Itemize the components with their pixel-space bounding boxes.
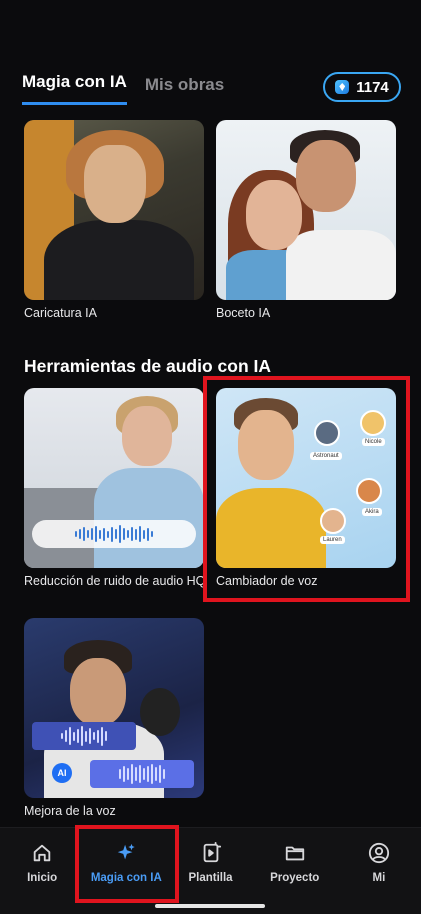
credits-count: 1174 bbox=[356, 78, 389, 96]
avatar-label: Astronaut bbox=[310, 452, 342, 460]
card-caricatura-ia[interactable]: Caricatura IA bbox=[24, 120, 206, 321]
card-label: Caricatura IA bbox=[24, 306, 97, 320]
avatar-label: Lauren bbox=[320, 536, 345, 544]
card-boceto-ia[interactable]: Boceto IA bbox=[216, 120, 398, 321]
nav-label: Mi bbox=[372, 872, 386, 884]
avatar-label: Nicole bbox=[362, 438, 385, 446]
nav-label: Magia con IA bbox=[90, 872, 162, 884]
reduccion-ruido-thumbnail bbox=[24, 388, 204, 568]
cambiador-voz-thumbnail: Astronaut Nicole Akira Lauren bbox=[216, 388, 396, 568]
akira-avatar bbox=[356, 478, 382, 504]
tab-mis-obras[interactable]: Mis obras bbox=[145, 75, 224, 105]
template-icon bbox=[203, 842, 221, 863]
nav-label: Plantilla bbox=[188, 872, 233, 884]
top-tabs: Magia con IA Mis obras bbox=[22, 72, 224, 105]
nav-label: Inicio bbox=[27, 872, 58, 884]
waveform-graphic bbox=[32, 520, 196, 548]
tab-magia-con-ia[interactable]: Magia con IA bbox=[22, 72, 127, 105]
boceto-thumbnail bbox=[216, 120, 396, 300]
nav-label: Proyecto bbox=[270, 872, 320, 884]
card-label: Boceto IA bbox=[216, 306, 271, 320]
nav-inicio[interactable]: Inicio bbox=[0, 828, 84, 914]
home-icon bbox=[33, 844, 51, 862]
nicole-avatar bbox=[360, 410, 386, 436]
profile-icon bbox=[368, 842, 389, 864]
card-cambiador-de-voz[interactable]: Astronaut Nicole Akira Lauren Cambiador … bbox=[216, 388, 398, 589]
caricatura-thumbnail bbox=[24, 120, 204, 300]
nav-mi[interactable]: Mi bbox=[337, 828, 421, 914]
nav-magia-con-ia[interactable]: Magia con IA bbox=[84, 828, 168, 914]
card-label: Mejora de la voz bbox=[24, 804, 116, 818]
gem-icon bbox=[335, 80, 350, 94]
nav-plantilla[interactable]: Plantilla bbox=[168, 828, 252, 914]
avatar-label: Akira bbox=[362, 508, 382, 516]
folder-icon bbox=[285, 846, 304, 861]
home-indicator bbox=[155, 904, 265, 908]
card-label: Reducción de ruido de audio HQ bbox=[24, 574, 206, 588]
card-label: Cambiador de voz bbox=[216, 574, 318, 588]
card-mejora-de-voz[interactable]: AI Mejora de la voz bbox=[24, 618, 206, 819]
mejora-voz-thumbnail: AI bbox=[24, 618, 204, 798]
lauren-avatar bbox=[320, 508, 346, 534]
audio-section-title: Herramientas de audio con IA bbox=[24, 356, 272, 376]
ai-badge: AI bbox=[52, 763, 72, 783]
nav-proyecto[interactable]: Proyecto bbox=[253, 828, 337, 914]
waveform-graphic bbox=[32, 722, 136, 750]
credits-badge[interactable]: 1174 bbox=[323, 72, 401, 102]
card-reduccion-ruido[interactable]: Reducción de ruido de audio HQ bbox=[24, 388, 206, 589]
bottom-navigation: Inicio Magia con IA Plantilla Proyecto M… bbox=[0, 827, 421, 914]
waveform-graphic-enhanced bbox=[90, 760, 194, 788]
astronaut-avatar bbox=[314, 420, 340, 446]
sparkle-icon bbox=[118, 843, 136, 860]
